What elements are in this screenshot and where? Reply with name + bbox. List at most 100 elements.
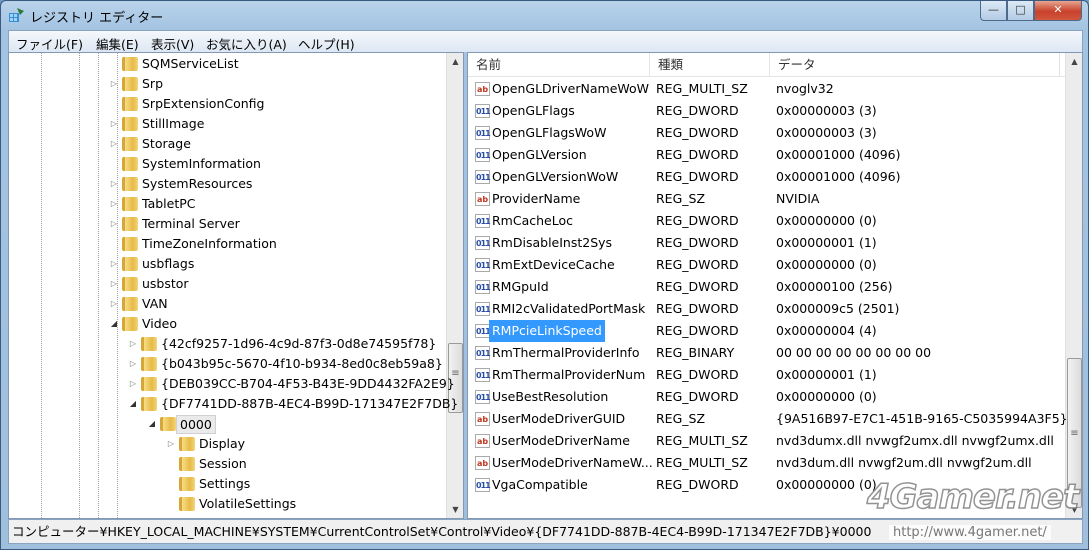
expand-arrow-icon[interactable]: ▷: [128, 334, 138, 354]
scroll-up-arrow-icon[interactable]: ▲: [447, 53, 464, 70]
tree-item[interactable]: VolatileSettings: [9, 494, 445, 514]
value-row[interactable]: ab UserModeDriverName REG_MULTI_SZ nvd3dumx…: [468, 430, 1066, 452]
values-scrollbar[interactable]: ▲ ≡ ▼: [1065, 53, 1082, 518]
expand-arrow-icon[interactable]: ◢: [109, 314, 119, 334]
expand-arrow-icon[interactable]: ▷: [109, 294, 119, 314]
folder-icon: [179, 457, 195, 471]
expand-arrow-icon[interactable]: ▷: [128, 374, 138, 394]
tree-item[interactable]: TimeZoneInformation: [9, 234, 445, 254]
tree-item[interactable]: SystemInformation: [9, 154, 445, 174]
tree-item[interactable]: ▷ Srp: [9, 74, 445, 94]
menu-edit[interactable]: 編集(E): [96, 34, 139, 53]
tree-item[interactable]: ▷ SystemResources: [9, 174, 445, 194]
tree-item-label: Terminal Server: [142, 216, 240, 231]
tree-item[interactable]: ▷ Display: [9, 434, 445, 454]
value-name: VgaCompatible: [492, 477, 588, 492]
value-row[interactable]: 011 OpenGLFlagsWoW REG_DWORD 0x00000003 (3): [468, 122, 1066, 144]
tree-item-label: VolatileSettings: [199, 496, 297, 511]
binary-value-icon: 011: [475, 126, 491, 140]
tree-item[interactable]: ▷ Terminal Server: [9, 214, 445, 234]
value-row[interactable]: 011 RMGpuId REG_DWORD 0x00000100 (256): [468, 276, 1066, 298]
value-row[interactable]: 011 RmThermalProviderNum REG_DWORD 0x000000…: [468, 364, 1066, 386]
value-row[interactable]: 011 OpenGLFlags REG_DWORD 0x00000003 (3): [468, 100, 1066, 122]
tree-item[interactable]: Session: [9, 454, 445, 474]
tree-item[interactable]: ◢ {DF7741DD-887B-4EC4-B99D-171347E2F7DB}: [9, 394, 458, 414]
tree-item[interactable]: ◢ 0000: [9, 414, 445, 434]
tree-item[interactable]: SQMServiceList: [9, 54, 445, 74]
4gamer-watermark-logo: 4Gamer.net: [866, 476, 1080, 518]
folder-icon: [122, 137, 138, 151]
value-row[interactable]: 011 RMI2cValidatedPortMask REG_DWORD 0x0000…: [468, 298, 1066, 320]
maximize-button[interactable]: □: [1007, 1, 1034, 21]
tree-item[interactable]: ▷ usbflags: [9, 254, 445, 274]
value-type: REG_DWORD: [656, 301, 739, 316]
folder-icon: [122, 237, 138, 251]
expand-arrow-icon[interactable]: ▷: [128, 354, 138, 374]
expand-arrow-icon[interactable]: ▷: [166, 434, 176, 454]
expand-arrow-icon[interactable]: ▷: [109, 274, 119, 294]
tree-item[interactable]: ▷ TabletPC: [9, 194, 445, 214]
tree-item-label: TimeZoneInformation: [142, 236, 277, 251]
value-row[interactable]: ab OpenGLDriverNameWoW REG_MULTI_SZ nvoglv3…: [468, 78, 1066, 100]
value-row[interactable]: 011 RMPcieLinkSpeed REG_DWORD 0x00000004 (4…: [468, 320, 1066, 342]
tree-item[interactable]: ▷ VAN: [9, 294, 445, 314]
binary-value-icon: 011: [475, 280, 491, 294]
tree-item[interactable]: SrpExtensionConfig: [9, 94, 445, 114]
scroll-down-arrow-icon[interactable]: ▼: [447, 501, 464, 518]
tree-scrollbar[interactable]: ▲ ≡ ▼: [446, 53, 463, 518]
binary-value-icon: 011: [475, 148, 491, 162]
folder-icon: [122, 257, 138, 271]
menu-file[interactable]: ファイル(F): [16, 34, 83, 53]
tree-item[interactable]: ◢ Video: [9, 314, 445, 334]
value-row[interactable]: ab ProviderName REG_SZ NVIDIA: [468, 188, 1066, 210]
value-data: NVIDIA: [776, 191, 820, 206]
tree-item[interactable]: ▷ StillImage: [9, 114, 445, 134]
menu-view[interactable]: 表示(V): [151, 34, 194, 53]
minimize-button[interactable]: —: [980, 1, 1007, 21]
expand-arrow-icon[interactable]: ▷: [109, 194, 119, 214]
value-type: REG_SZ: [656, 191, 706, 206]
tree-item[interactable]: ▷ Storage: [9, 134, 445, 154]
scroll-up-arrow-icon[interactable]: ▲: [1066, 53, 1083, 70]
expand-arrow-icon[interactable]: ▷: [109, 134, 119, 154]
tree-item[interactable]: ▷ {DEB039CC-B704-4F53-B43E-9DD4432FA2E9}: [9, 374, 455, 394]
binary-value-icon: 011: [475, 368, 491, 382]
value-row[interactable]: 011 RmDisableInst2Sys REG_DWORD 0x00000001 …: [468, 232, 1066, 254]
folder-icon: [141, 357, 157, 371]
expand-arrow-icon[interactable]: ▷: [109, 174, 119, 194]
expand-arrow-icon[interactable]: ▷: [109, 214, 119, 234]
value-row[interactable]: ab UserModeDriverGUID REG_SZ {9A516B97-E7C1…: [468, 408, 1068, 430]
tree-item-label: {DF7741DD-887B-4EC4-B99D-171347E2F7DB}: [161, 396, 459, 411]
value-row[interactable]: 011 OpenGLVersion REG_DWORD 0x00001000 (409…: [468, 144, 1066, 166]
menu-help[interactable]: ヘルプ(H): [298, 34, 355, 53]
expand-arrow-icon[interactable]: ◢: [128, 394, 138, 414]
expand-arrow-icon[interactable]: ▷: [109, 254, 119, 274]
expand-arrow-icon[interactable]: ◢: [147, 414, 157, 434]
tree-item[interactable]: ▷ {42cf9257-1d96-4c9d-87f3-0d8e74595f78}: [9, 334, 445, 354]
folder-icon: [160, 417, 176, 431]
menu-favorites[interactable]: お気に入り(A): [206, 34, 287, 53]
value-row[interactable]: 011 UseBestResolution REG_DWORD 0x00000000 …: [468, 386, 1066, 408]
value-row[interactable]: 011 RmThermalProviderInfo REG_BINARY 00 00 …: [468, 342, 1066, 364]
column-data[interactable]: データ: [770, 53, 1060, 77]
string-value-icon: ab: [475, 412, 490, 426]
close-button[interactable]: ✕: [1034, 1, 1082, 21]
column-type[interactable]: 種類: [650, 53, 770, 77]
expand-arrow-icon[interactable]: ▷: [109, 74, 119, 94]
value-row[interactable]: ab UserModeDriverNameW... REG_MULTI_SZ nvd3…: [468, 452, 1066, 474]
expand-arrow-icon[interactable]: ▷: [109, 114, 119, 134]
value-name: RmExtDeviceCache: [492, 257, 615, 272]
folder-icon: [141, 337, 157, 351]
tree-item[interactable]: Settings: [9, 474, 445, 494]
value-row[interactable]: 011 RmExtDeviceCache REG_DWORD 0x00000000 (…: [468, 254, 1066, 276]
value-type: REG_DWORD: [656, 367, 739, 382]
tree-item-label: Settings: [199, 476, 251, 491]
column-name[interactable]: 名前: [468, 53, 650, 77]
value-name: OpenGLFlagsWoW: [492, 125, 607, 140]
tree-item[interactable]: ▷ {b043b95c-5670-4f10-b934-8ed0c8eb59a8}: [9, 354, 445, 374]
tree-item-label: TabletPC: [142, 196, 196, 211]
value-row[interactable]: 011 RmCacheLoc REG_DWORD 0x00000000 (0): [468, 210, 1066, 232]
value-row[interactable]: 011 OpenGLVersionWoW REG_DWORD 0x00001000 (…: [468, 166, 1066, 188]
tree-item-label: Display: [199, 436, 246, 451]
tree-item[interactable]: ▷ usbstor: [9, 274, 445, 294]
